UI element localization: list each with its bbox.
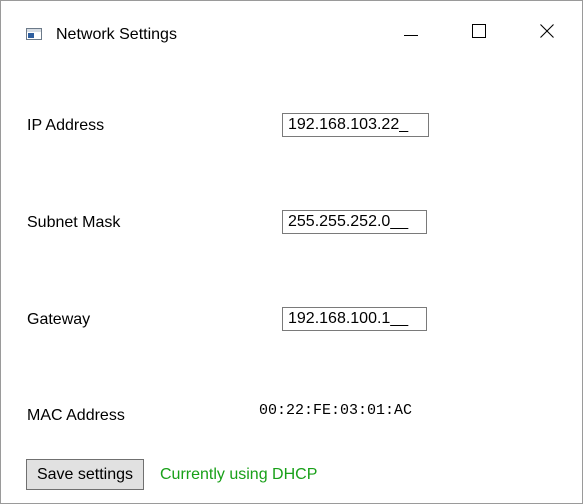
gateway-input[interactable] (282, 307, 427, 331)
network-settings-window: Network Settings IP Address Subnet Mask … (0, 0, 583, 504)
mac-address-value: 00:22:FE:03:01:AC (259, 402, 413, 419)
ip-address-input[interactable] (282, 113, 429, 137)
subnet-mask-input[interactable] (282, 210, 427, 234)
window-title: Network Settings (56, 26, 177, 43)
save-settings-button[interactable]: Save settings (26, 459, 144, 490)
title-bar[interactable]: Network Settings (1, 1, 582, 43)
close-button[interactable] (524, 15, 570, 51)
mac-address-label: MAC Address (27, 407, 125, 424)
close-icon (540, 23, 554, 43)
ip-address-label: IP Address (27, 117, 105, 134)
maximize-button[interactable] (456, 15, 502, 51)
minimize-button[interactable] (388, 15, 434, 51)
gateway-label: Gateway (27, 311, 91, 328)
subnet-mask-label: Subnet Mask (27, 214, 121, 231)
window-app-icon (26, 27, 42, 45)
maximize-icon (472, 23, 486, 43)
dhcp-status-text: Currently using DHCP (160, 466, 318, 483)
minimize-icon (404, 24, 418, 43)
